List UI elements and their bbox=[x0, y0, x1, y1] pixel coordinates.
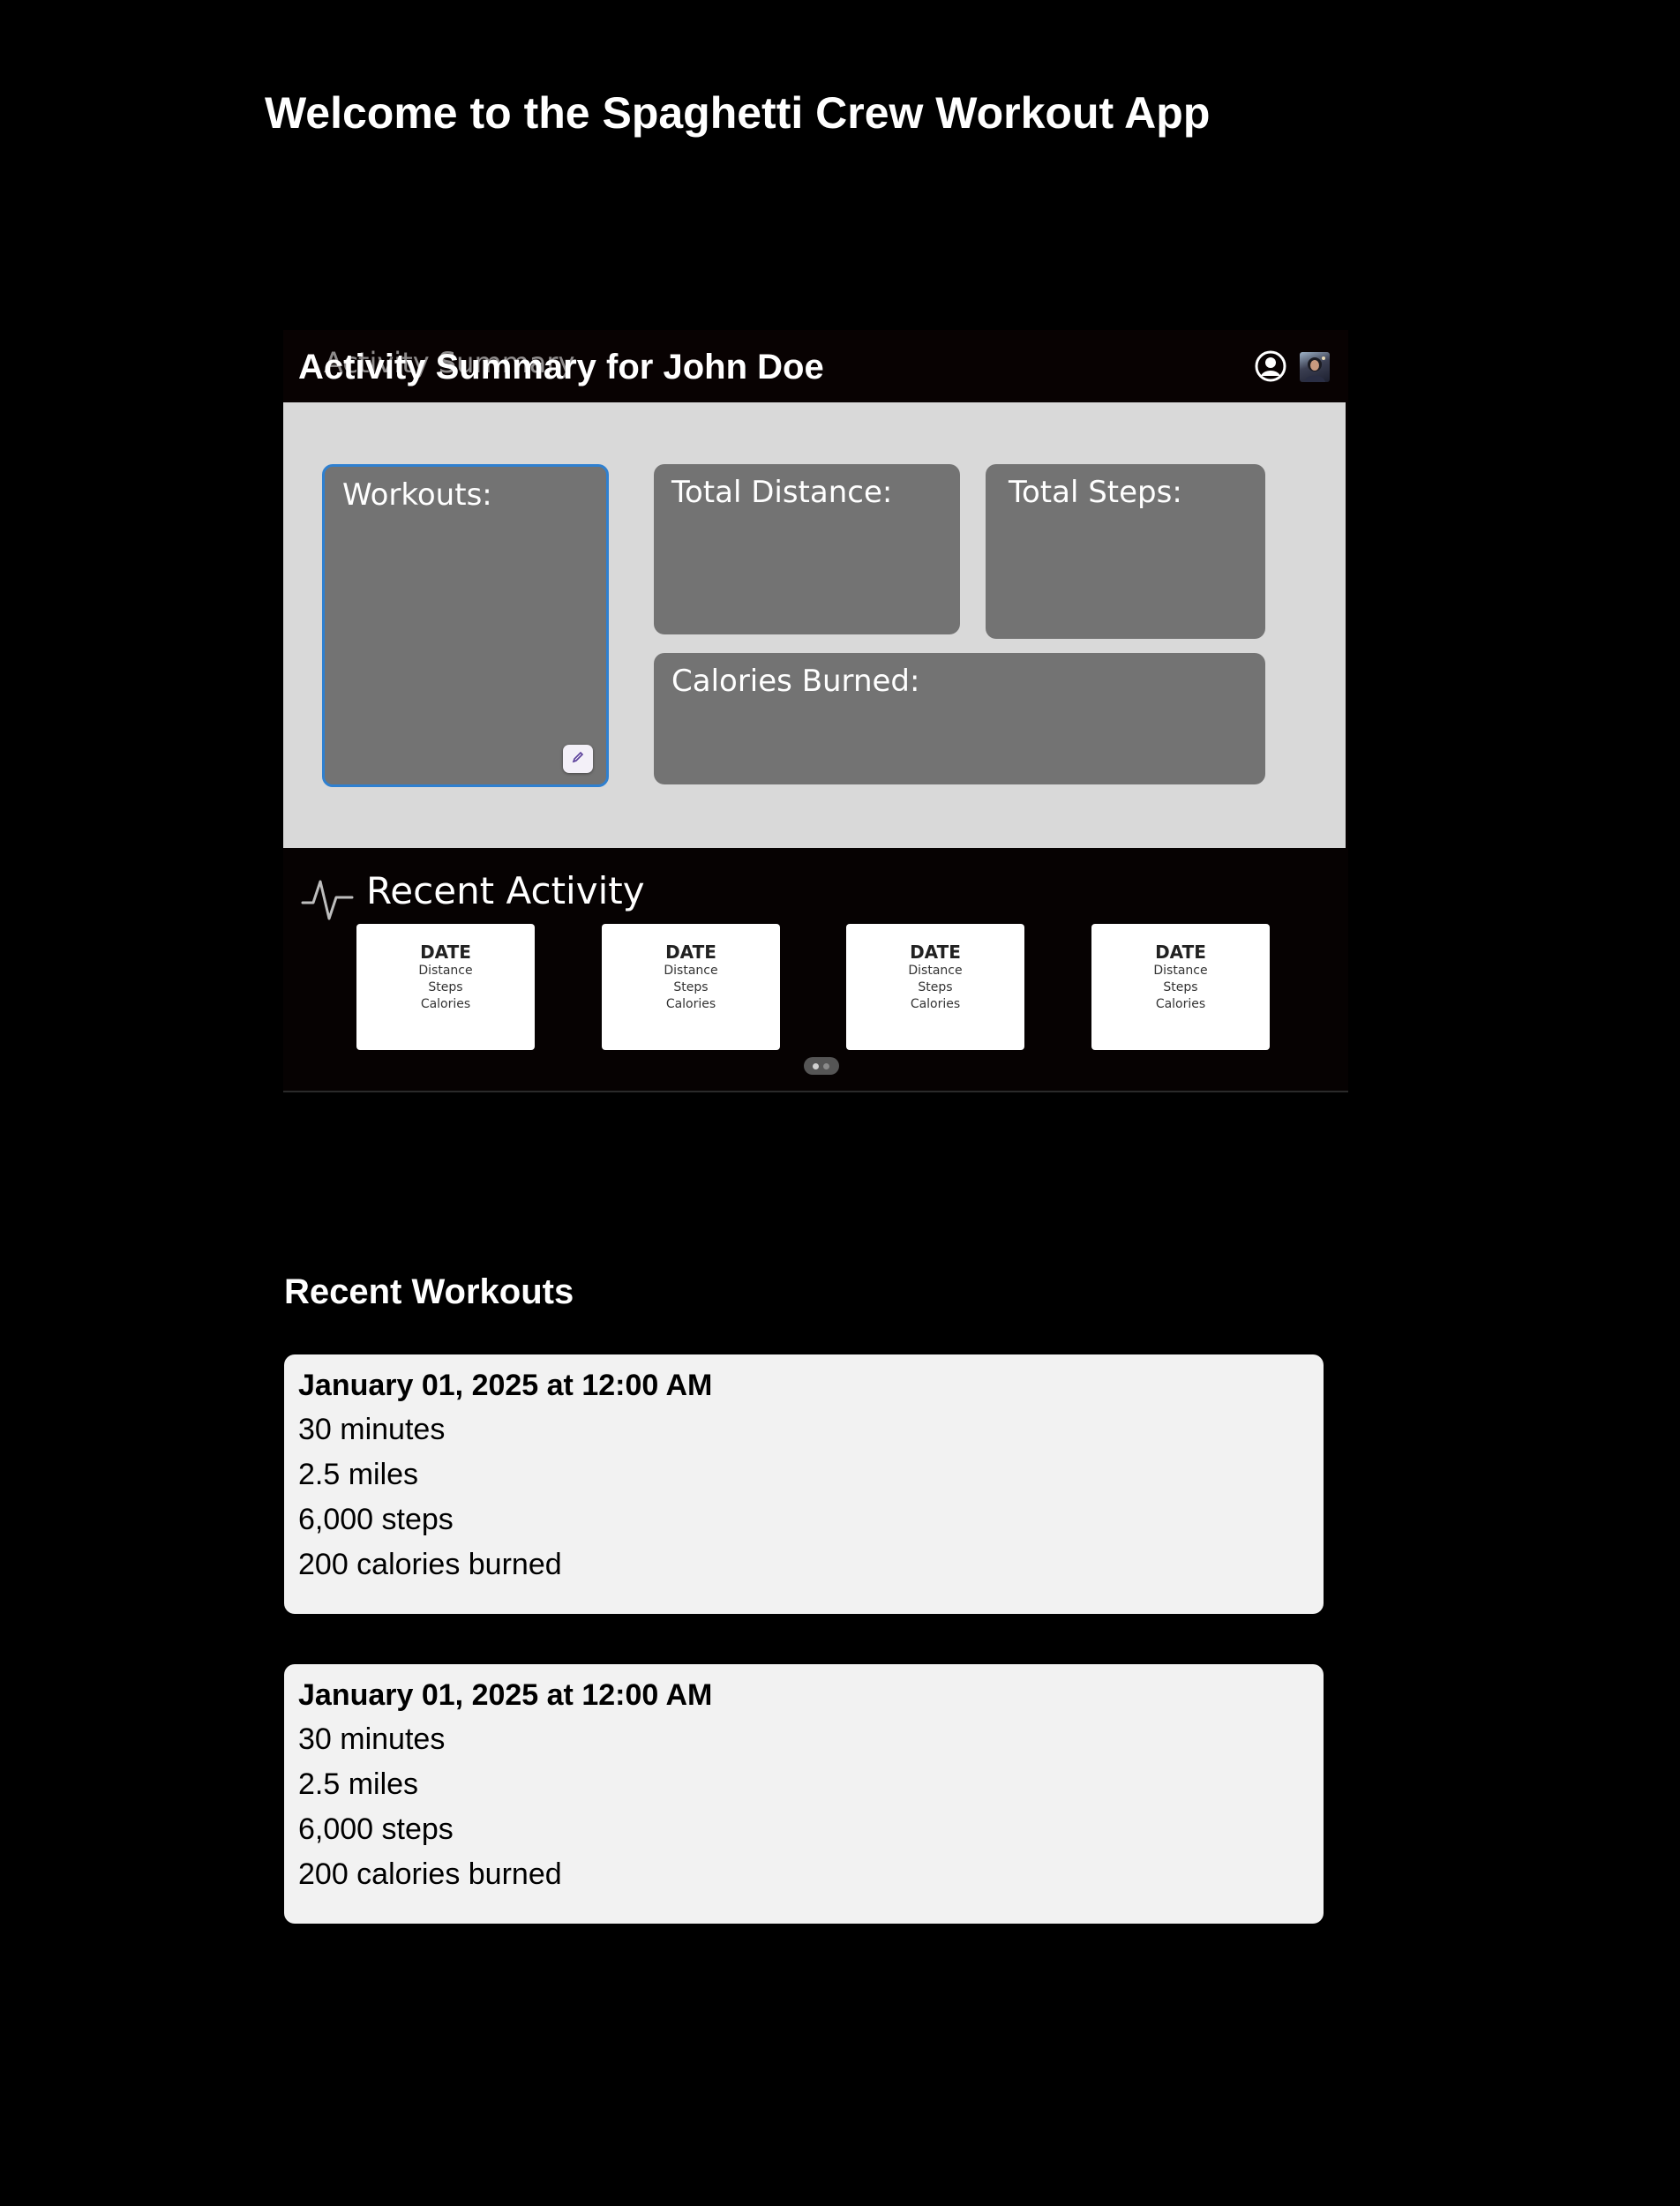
workout-duration: 30 minutes bbox=[298, 1722, 446, 1756]
activity-card-steps: Steps bbox=[428, 980, 463, 994]
activity-card-date: DATE bbox=[420, 942, 471, 963]
total-distance-label: Total Distance: bbox=[671, 475, 893, 510]
activity-card-calories: Calories bbox=[1155, 997, 1206, 1011]
activity-card[interactable]: DATE Distance Steps Calories bbox=[602, 924, 780, 1050]
activity-summary-title: Activity Summary for John Doe bbox=[298, 348, 824, 386]
pager-dot-active[interactable] bbox=[813, 1063, 819, 1069]
recent-activity-section: Recent Activity DATE Distance Steps Calo… bbox=[283, 848, 1348, 1092]
summary-panel: Workouts: Total Distance: Total Steps: C… bbox=[283, 402, 1346, 848]
workout-card: January 01, 2025 at 12:00 AM 30 minutes … bbox=[284, 1354, 1324, 1614]
activity-card-distance: Distance bbox=[908, 964, 963, 978]
pager-dot[interactable] bbox=[823, 1063, 829, 1069]
total-distance-card: Total Distance: bbox=[654, 464, 960, 634]
activity-card[interactable]: DATE Distance Steps Calories bbox=[846, 924, 1024, 1050]
workout-steps: 6,000 steps bbox=[298, 1812, 454, 1846]
workout-calories: 200 calories burned bbox=[298, 1857, 562, 1891]
activity-card-calories: Calories bbox=[665, 997, 716, 1011]
activity-card-distance: Distance bbox=[1153, 964, 1208, 978]
user-circle-icon[interactable] bbox=[1254, 349, 1287, 383]
workout-date: January 01, 2025 at 12:00 AM bbox=[298, 1369, 713, 1402]
dashboard-header: Activity Summary Activity Summary for Jo… bbox=[283, 330, 1348, 402]
workout-distance: 2.5 miles bbox=[298, 1767, 419, 1801]
activity-card-distance: Distance bbox=[418, 964, 473, 978]
pencil-icon bbox=[571, 750, 585, 769]
total-steps-card: Total Steps: bbox=[986, 464, 1265, 639]
workout-card: January 01, 2025 at 12:00 AM 30 minutes … bbox=[284, 1664, 1324, 1924]
calories-burned-card: Calories Burned: bbox=[654, 653, 1265, 784]
activity-card[interactable]: DATE Distance Steps Calories bbox=[356, 924, 535, 1050]
activity-card-date: DATE bbox=[910, 942, 961, 963]
recent-workouts-heading: Recent Workouts bbox=[284, 1272, 574, 1311]
activity-card-distance: Distance bbox=[664, 964, 718, 978]
workout-steps: 6,000 steps bbox=[298, 1503, 454, 1536]
recent-activity-heading: Recent Activity bbox=[366, 869, 645, 912]
edit-button[interactable] bbox=[563, 745, 593, 773]
app-title: Welcome to the Spaghetti Crew Workout Ap… bbox=[265, 88, 1211, 138]
activity-card-steps: Steps bbox=[673, 980, 709, 994]
activity-card[interactable]: DATE Distance Steps Calories bbox=[1091, 924, 1270, 1050]
activity-dashboard: Activity Summary Activity Summary for Jo… bbox=[283, 330, 1348, 1092]
page: Welcome to the Spaghetti Crew Workout Ap… bbox=[0, 0, 1680, 2206]
workout-calories: 200 calories burned bbox=[298, 1548, 562, 1581]
activity-card-steps: Steps bbox=[1163, 980, 1198, 994]
carousel-pager[interactable] bbox=[804, 1057, 839, 1075]
total-steps-label: Total Steps: bbox=[1009, 475, 1182, 510]
pulse-icon bbox=[301, 874, 354, 924]
activity-card-date: DATE bbox=[665, 942, 716, 963]
workout-date: January 01, 2025 at 12:00 AM bbox=[298, 1678, 713, 1712]
workout-distance: 2.5 miles bbox=[298, 1458, 419, 1491]
activity-card-calories: Calories bbox=[910, 997, 961, 1011]
activity-card-steps: Steps bbox=[918, 980, 953, 994]
activity-card-date: DATE bbox=[1155, 942, 1206, 963]
calories-burned-label: Calories Burned: bbox=[671, 664, 920, 699]
workouts-card[interactable]: Workouts: bbox=[322, 464, 609, 787]
workouts-label: Workouts: bbox=[342, 477, 492, 513]
workout-duration: 30 minutes bbox=[298, 1413, 446, 1446]
avatar[interactable] bbox=[1300, 352, 1330, 382]
activity-card-calories: Calories bbox=[420, 997, 471, 1011]
